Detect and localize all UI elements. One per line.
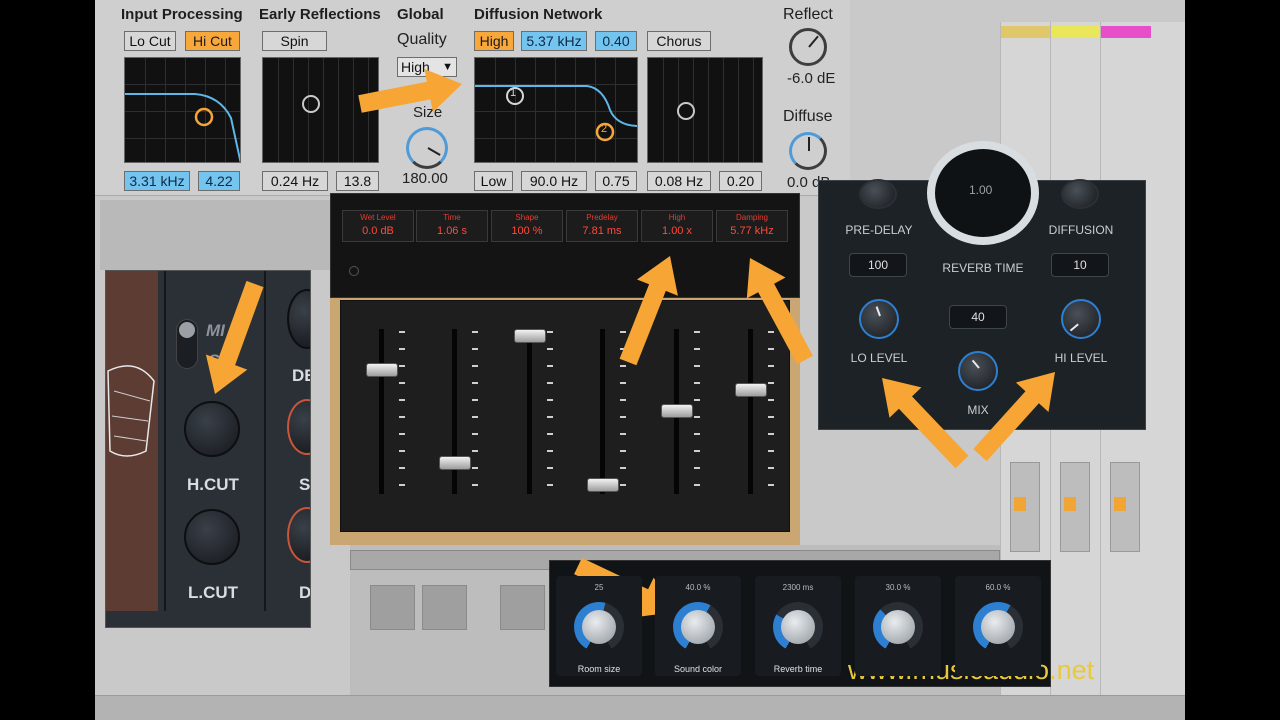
knob-name: Sound color	[673, 664, 723, 674]
knob-cap	[582, 610, 616, 644]
knob-name: Reverb time	[773, 664, 823, 674]
knob-cap	[781, 610, 815, 644]
arrow-icon	[205, 280, 264, 394]
knob-value: 30.0 %	[885, 583, 911, 592]
knob-cap	[881, 610, 915, 644]
knob-cap	[681, 610, 715, 644]
arrow-icon	[358, 69, 462, 113]
knob-value: 60.0 %	[985, 583, 1011, 592]
bottom-knob[interactable]	[973, 602, 1023, 652]
arrow-icon	[746, 258, 813, 365]
arrow-icon	[973, 372, 1055, 461]
bottom-knob[interactable]	[574, 602, 624, 652]
knob-value: 2300 ms	[782, 583, 814, 592]
bottom-knob[interactable]	[873, 602, 923, 652]
knob-value: 40.0 %	[685, 583, 711, 592]
arrow-icon	[619, 256, 678, 366]
knob-cap	[981, 610, 1015, 644]
bottom-knob[interactable]	[673, 602, 723, 652]
bottom-knob[interactable]	[773, 602, 823, 652]
knob-name: Room size	[577, 664, 621, 674]
arrow-icon	[882, 378, 969, 469]
knob-value: 25	[594, 583, 604, 592]
